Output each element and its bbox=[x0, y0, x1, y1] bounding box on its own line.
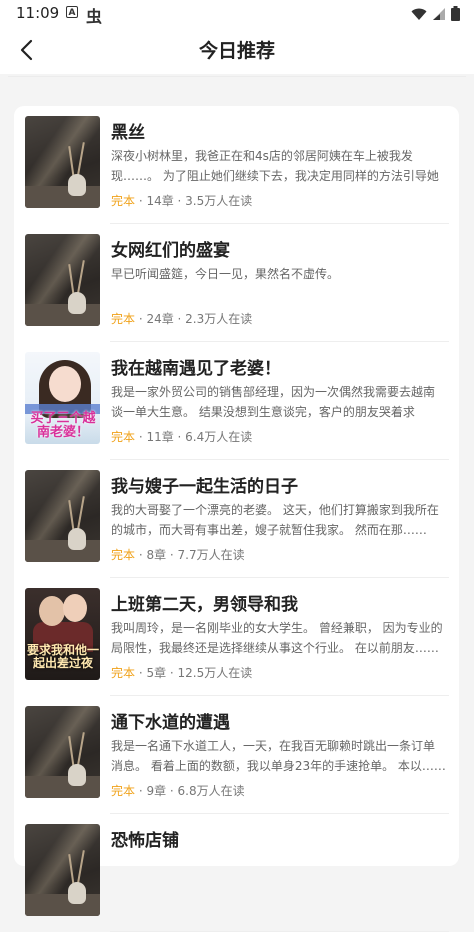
book-stats: · 24章 · 2.3万人在读 bbox=[135, 312, 253, 326]
book-meta: 完本 · 14章 · 3.5万人在读 bbox=[111, 192, 252, 209]
book-title: 黑丝 bbox=[111, 123, 145, 143]
book-item[interactable]: 要求我和他一起出差过夜 上班第二天，男领导和我我叫周玲，是一名刚毕业的女大学生。 … bbox=[14, 578, 459, 696]
book-item[interactable]: 恐怖店铺 bbox=[14, 814, 459, 932]
cover-text: 买了三个越南老婆！ bbox=[30, 411, 96, 440]
book-status: 完本 bbox=[111, 194, 136, 208]
book-status: 完本 bbox=[111, 548, 136, 562]
book-cover-image: 要求我和他一起出差过夜 bbox=[25, 588, 100, 680]
signal-icon bbox=[433, 7, 445, 20]
book-description: 我叫周玲，是一名刚毕业的女大学生。 曾经兼职， 因为专业的局限性，我最终还是选择… bbox=[111, 621, 443, 655]
book-status: 完本 bbox=[111, 312, 136, 326]
status-bar: 11:09 A 虫 bbox=[0, 0, 474, 26]
book-description: 我是一家外贸公司的销售部经理，因为一次偶然我需要去越南谈一单大生意。 结果没想到… bbox=[111, 385, 436, 419]
book-cover-image bbox=[25, 116, 100, 208]
book-title: 女网红们的盛宴 bbox=[111, 241, 230, 261]
book-title: 我在越南遇见了老婆！ bbox=[111, 359, 281, 379]
book-description: 我是一名通下水道工人，一天，在我百无聊赖时跳出一条订单消息。 看着上面的数额，我… bbox=[111, 739, 446, 773]
book-stats: · 14章 · 3.5万人在读 bbox=[135, 194, 253, 208]
book-title: 我与嫂子一起生活的日子 bbox=[111, 477, 298, 497]
header-divider bbox=[8, 76, 466, 77]
book-meta: 完本 · 24章 · 2.3万人在读 bbox=[111, 310, 252, 327]
wifi-icon bbox=[411, 8, 427, 20]
app-notification-icon: 虫 bbox=[86, 7, 103, 26]
book-status: 完本 bbox=[111, 666, 136, 680]
book-description: 早已听闻盛筵，今日一见，果然名不虚传。 bbox=[111, 267, 340, 281]
book-item[interactable]: 黑丝深夜小树林里，我爸正在和4s店的邻居阿姨在车上被我发现……。 为了阻止她们继… bbox=[14, 106, 459, 224]
status-time: 11:09 bbox=[16, 4, 60, 22]
book-stats: · 8章 · 7.7万人在读 bbox=[135, 548, 245, 562]
battery-icon bbox=[451, 6, 460, 21]
book-status: 完本 bbox=[111, 430, 136, 444]
book-meta: 完本 · 9章 · 6.8万人在读 bbox=[111, 782, 245, 799]
book-title: 通下水道的遭遇 bbox=[111, 713, 230, 733]
book-stats: · 9章 · 6.8万人在读 bbox=[135, 784, 245, 798]
book-meta: 完本 · 11章 · 6.4万人在读 bbox=[111, 428, 252, 445]
book-meta: 完本 · 5章 · 12.5万人在读 bbox=[111, 664, 252, 681]
book-title: 恐怖店铺 bbox=[111, 831, 179, 851]
notification-a-icon: A bbox=[66, 6, 78, 18]
page-title: 今日推荐 bbox=[198, 40, 275, 62]
cover-text: 要求我和他一起出差过夜 bbox=[27, 643, 100, 670]
book-stats: · 5章 · 12.5万人在读 bbox=[135, 666, 253, 680]
book-status: 完本 bbox=[111, 784, 136, 798]
book-cover-image bbox=[25, 470, 100, 562]
book-cover-image bbox=[25, 706, 100, 798]
app-bar: 今日推荐 bbox=[0, 26, 474, 74]
book-cover-image bbox=[25, 234, 100, 326]
book-item[interactable]: 女网红们的盛宴早已听闻盛筵，今日一见，果然名不虚传。 完本 · 24章 · 2.3… bbox=[14, 224, 459, 342]
book-item[interactable]: 买了三个越南老婆！ 我在越南遇见了老婆！ 我是一家外贸公司的销售部经理，因为一次偶然… bbox=[14, 342, 459, 460]
book-cover-image bbox=[25, 824, 100, 916]
book-stats: · 11章 · 6.4万人在读 bbox=[135, 430, 253, 444]
book-cover-image: 买了三个越南老婆！ bbox=[25, 352, 100, 444]
book-item[interactable]: 我与嫂子一起生活的日子我的大哥娶了一个漂亮的老婆。 这天，他们打算搬家到我所在的… bbox=[14, 460, 459, 578]
book-description: 深夜小树林里，我爸正在和4s店的邻居阿姨在车上被我发现……。 为了阻止她们继续下… bbox=[111, 149, 439, 183]
book-item[interactable]: 通下水道的遭遇我是一名通下水道工人，一天，在我百无聊赖时跳出一条订单消息。 看着… bbox=[14, 696, 459, 814]
status-icons bbox=[411, 6, 460, 21]
book-description bbox=[111, 854, 446, 894]
book-title: 上班第二天，男领导和我 bbox=[111, 595, 298, 615]
book-list: 黑丝深夜小树林里，我爸正在和4s店的邻居阿姨在车上被我发现……。 为了阻止她们继… bbox=[14, 106, 459, 932]
book-description: 我的大哥娶了一个漂亮的老婆。 这天，他们打算搬家到我所在的城市，而大哥有事出差，… bbox=[111, 503, 439, 537]
book-meta: 完本 · 8章 · 7.7万人在读 bbox=[111, 546, 245, 563]
